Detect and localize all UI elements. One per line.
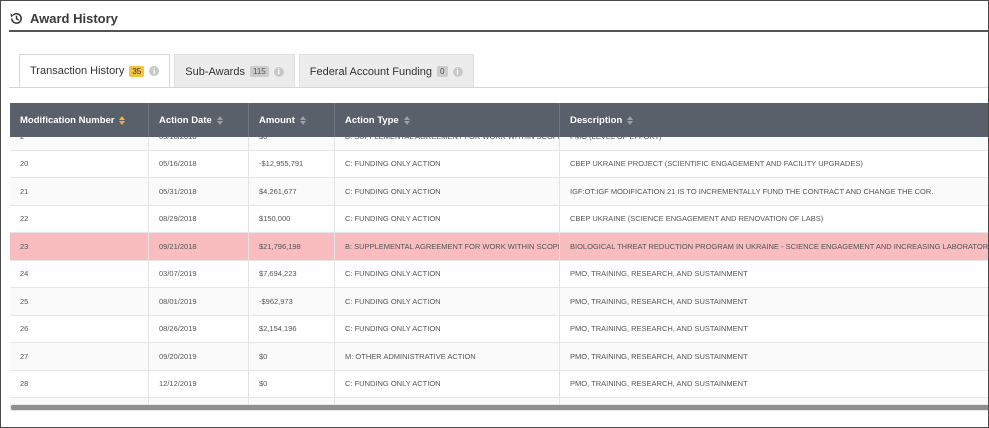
- sort-icon[interactable]: [119, 115, 126, 125]
- cell-amount: $7,694,223: [249, 260, 335, 287]
- cell-modification-number: 21: [10, 178, 149, 205]
- cell-amount: $0: [249, 343, 335, 370]
- cell-modification-number: 24: [10, 260, 149, 287]
- cell-modification-number: 25: [10, 288, 149, 315]
- table-header: Modification Number Action Date Amount A…: [10, 103, 988, 137]
- cell-modification-number: 26: [10, 315, 149, 342]
- count-badge: 0: [437, 66, 448, 77]
- cell-action-date: 05/31/2018: [149, 178, 249, 205]
- table-row[interactable]: 26 08/26/2019 $2,154,196 C: FUNDING ONLY AC…: [10, 315, 988, 343]
- cell-action-date: 12/12/2019: [149, 370, 249, 397]
- cell-description: PMO, TRAINING, RESEARCH, AND SUSTAINMENT: [570, 351, 748, 361]
- column-label: Description: [570, 114, 623, 126]
- cell-modification-number: 23: [10, 233, 149, 260]
- cell-amount: -$962,973: [249, 288, 335, 315]
- history-icon: [10, 12, 22, 24]
- cell-action-type: C: FUNDING ONLY ACTION: [335, 315, 560, 342]
- cell-modification-number: 22: [10, 205, 149, 232]
- section-title: Award History: [30, 10, 118, 26]
- table-row[interactable]: 25 08/01/2019 -$962,973 C: FUNDING ONLY ACT…: [10, 288, 988, 316]
- cell-action-type: C: FUNDING ONLY ACTION: [335, 370, 560, 397]
- column-header-action-type[interactable]: Action Type: [335, 103, 560, 137]
- tab-label: Sub-Awards: [185, 65, 245, 78]
- cell-action-type: C: FUNDING ONLY ACTION: [335, 288, 560, 315]
- cell-amount: -$12,955,791: [249, 150, 335, 177]
- table-row[interactable]: 27 09/20/2019 $0 M: OTHER ADMINISTRATIVE AC…: [10, 343, 988, 371]
- tab-sub-awards[interactable]: Sub-Awards 115 i: [174, 54, 295, 88]
- info-icon[interactable]: i: [273, 66, 284, 77]
- cell-description: BIOLOGICAL THREAT REDUCTION PROGRAM IN U…: [570, 241, 989, 251]
- cell-action-date: 08/29/2018: [149, 205, 249, 232]
- column-label: Action Date: [159, 114, 212, 126]
- column-header-description[interactable]: Description: [560, 103, 988, 137]
- section-header: Award History: [9, 7, 118, 29]
- cell-modification-number: 27: [10, 343, 149, 370]
- cell-amount: $4,261,677: [249, 178, 335, 205]
- info-icon[interactable]: i: [452, 66, 463, 77]
- cell-description: PMO, TRAINING, RESEARCH, AND SUSTAINMENT: [570, 379, 748, 389]
- cell-modification-number: 20: [10, 150, 149, 177]
- column-label: Amount: [259, 114, 295, 126]
- cell-description: CBEP UKRAINE PROJECT (SCIENTIFIC ENGAGEM…: [570, 159, 863, 169]
- table-row[interactable]: 24 03/07/2019 $7,694,223 C: FUNDING ONLY AC…: [10, 260, 988, 288]
- cell-action-type: B: SUPPLEMENTAL AGREEMENT FOR WORK WITHI…: [335, 233, 560, 260]
- cell-action-date: 03/07/2019: [149, 260, 249, 287]
- tab-bar: Transaction History 35 i Sub-Awards 115 …: [19, 54, 474, 88]
- table-row[interactable]: 21 05/31/2018 $4,261,677 C: FUNDING ONLY AC…: [10, 178, 988, 206]
- column-header-modification-number[interactable]: Modification Number: [10, 103, 149, 137]
- cell-action-date: 08/01/2019: [149, 288, 249, 315]
- tabs-divider: [9, 87, 988, 88]
- count-badge: 115: [249, 66, 269, 77]
- tab-transaction-history[interactable]: Transaction History 35 i: [19, 54, 171, 88]
- cell-action-date: 09/20/2019: [149, 343, 249, 370]
- cell-amount: $2,154,196: [249, 315, 335, 342]
- cell-description: IGF:OT:IGF MODIFICATION 21 IS TO INCREME…: [570, 186, 934, 196]
- cell-amount: $0: [249, 370, 335, 397]
- tab-label: Transaction History: [30, 65, 125, 77]
- cell-action-type: M: OTHER ADMINISTRATIVE ACTION: [335, 343, 560, 370]
- cell-description: PMO, TRAINING, RESEARCH, AND SUSTAINMENT: [570, 296, 748, 306]
- table-row[interactable]: 23 09/21/2018 $21,796,198 B: SUPPLEMENTAL A…: [10, 233, 989, 261]
- cell-description: PMO, TRAINING, RESEARCH, AND SUSTAINMENT: [570, 324, 748, 334]
- cell-description: PMO, TRAINING, RESEARCH, AND SUSTAINMENT: [570, 269, 748, 279]
- cell-action-date: 05/16/2018: [149, 150, 249, 177]
- award-history-panel: Award History Transaction History 35 i S…: [0, 0, 989, 428]
- column-header-action-date[interactable]: Action Date: [149, 103, 249, 137]
- info-icon[interactable]: i: [149, 66, 160, 76]
- table-row[interactable]: 20 05/16/2018 -$12,955,791 C: FUNDING ONLY …: [10, 150, 988, 178]
- cell-description: CBEP UKRAINE (SCIENCE ENGAGEMENT AND REN…: [570, 214, 824, 224]
- sort-icon[interactable]: [627, 115, 634, 125]
- cell-action-type: C: FUNDING ONLY ACTION: [335, 260, 560, 287]
- cell-action-date: 08/26/2019: [149, 315, 249, 342]
- cell-action-type: C: FUNDING ONLY ACTION: [335, 150, 560, 177]
- tab-federal-account-funding[interactable]: Federal Account Funding 0 i: [298, 54, 474, 88]
- header-divider: [9, 30, 988, 32]
- count-badge: 35: [129, 65, 145, 77]
- cell-action-date: 09/21/2018: [149, 233, 249, 260]
- column-label: Action Type: [345, 114, 399, 126]
- table-body: 2 05/18/2018 $0 B: SUPPLEMENTAL AGREEMEN…: [10, 123, 989, 404]
- scrollbar-thumb[interactable]: [11, 405, 988, 410]
- sort-icon[interactable]: [216, 115, 223, 125]
- sort-icon[interactable]: [299, 115, 306, 125]
- cell-action-type: C: FUNDING ONLY ACTION: [335, 178, 560, 205]
- table-row[interactable]: 28 12/12/2019 $0 C: FUNDING ONLY ACTION PMO,…: [10, 370, 988, 398]
- cell-modification-number: 28: [10, 370, 149, 397]
- transaction-table: 2 05/18/2018 $0 B: SUPPLEMENTAL AGREEMEN…: [10, 103, 989, 404]
- cell-amount: $21,796,198: [249, 233, 335, 260]
- column-label: Modification Number: [20, 114, 115, 126]
- table-row[interactable]: 22 08/29/2018 $150,000 C: FUNDING ONLY ACTI…: [10, 205, 988, 233]
- horizontal-scrollbar[interactable]: [10, 404, 988, 411]
- tab-label: Federal Account Funding: [309, 65, 433, 78]
- column-header-amount[interactable]: Amount: [249, 103, 335, 137]
- cell-amount: $150,000: [249, 205, 335, 232]
- cell-action-type: C: FUNDING ONLY ACTION: [335, 205, 560, 232]
- sort-icon[interactable]: [403, 115, 410, 125]
